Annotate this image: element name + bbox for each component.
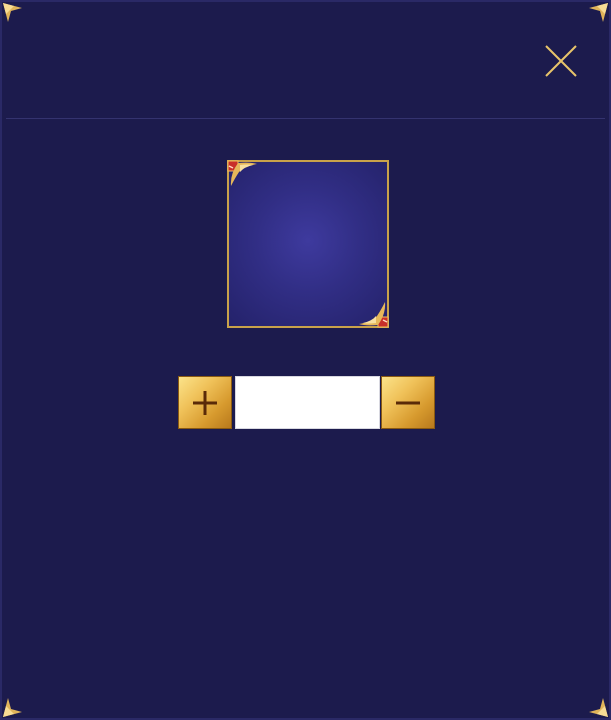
- close-icon: [545, 45, 577, 77]
- corner-ornament-icon: [3, 698, 22, 717]
- close-button[interactable]: [542, 42, 580, 80]
- minus-icon: [396, 401, 420, 404]
- header-divider: [6, 118, 605, 119]
- corner-ornament-icon: [3, 3, 22, 22]
- gem-corner-icon: [227, 160, 257, 186]
- corner-ornament-icon: [589, 3, 608, 22]
- increase-quantity-button[interactable]: [178, 376, 232, 429]
- decrease-quantity-button[interactable]: [381, 376, 435, 429]
- quantity-input[interactable]: [235, 376, 380, 429]
- plus-icon: [193, 390, 217, 415]
- corner-ornament-icon: [589, 698, 608, 717]
- gem-corner-icon: [359, 302, 389, 328]
- item-slot[interactable]: [227, 160, 389, 328]
- dialog-panel: [0, 0, 611, 720]
